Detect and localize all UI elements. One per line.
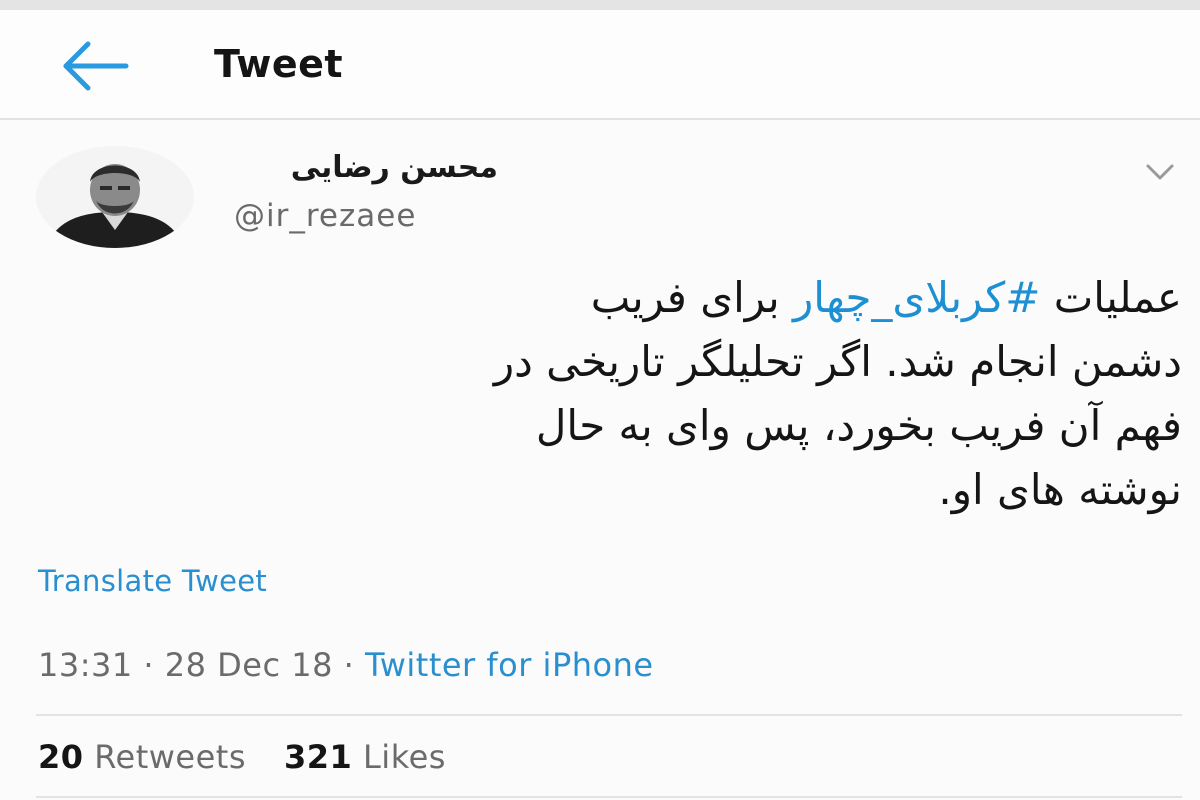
page-title: Tweet	[214, 42, 344, 86]
avatar[interactable]	[36, 146, 194, 248]
likes-label: Likes	[362, 738, 446, 776]
likes-stat[interactable]: 321 Likes	[284, 738, 446, 776]
translate-tweet-link[interactable]: Translate Tweet	[38, 564, 267, 598]
tweet-text: عملیات #کربلای_چهار برای فریب دشمن انجام…	[110, 266, 1182, 522]
tweet-text-segment: عملیات	[1040, 273, 1182, 322]
profile-photo	[36, 146, 194, 248]
tweet-time: 13:31	[38, 646, 133, 684]
tweet-meta: 13:31 · 28 Dec 18 · Twitter for iPhone	[38, 646, 654, 684]
author-handle[interactable]: @ir_rezaee	[234, 198, 416, 234]
tweet-source-link[interactable]: Twitter for iPhone	[365, 646, 654, 684]
tweet-stats: 20 Retweets 321 Likes	[38, 738, 446, 776]
hashtag-link[interactable]: #کربلای_چهار	[793, 273, 1040, 322]
divider	[36, 714, 1182, 716]
retweets-count: 20	[38, 738, 84, 776]
meta-separator: ·	[343, 646, 355, 684]
back-button[interactable]	[58, 36, 134, 96]
tweet-text-line-3: فهم آن فریب بخورد، پس وای به حال	[535, 401, 1182, 450]
tweet-detail: محسن رضایی @ir_rezaee عملیات #کربلای_چها…	[0, 120, 1200, 800]
likes-count: 321	[284, 738, 353, 776]
status-strip	[0, 0, 1200, 10]
retweets-stat[interactable]: 20 Retweets	[38, 738, 246, 776]
tweet-text-line-1: عملیات #کربلای_چهار برای فریب	[110, 266, 1182, 330]
top-bar: Tweet	[0, 10, 1200, 120]
tweet-text-line-2: دشمن انجام شد. اگر تحلیلگر تاریخی در	[493, 337, 1182, 386]
chevron-down-icon	[1146, 164, 1174, 180]
arrow-left-icon	[63, 41, 129, 91]
tweet-options-button[interactable]	[1140, 156, 1180, 186]
tweet-date: 28 Dec 18	[164, 646, 333, 684]
author-display-name[interactable]: محسن رضایی	[228, 150, 498, 185]
retweets-label: Retweets	[94, 738, 246, 776]
tweet-text-segment: برای فریب	[590, 273, 793, 322]
divider	[36, 796, 1182, 798]
tweet-text-line-4: نوشته های او.	[938, 465, 1182, 514]
meta-separator: ·	[143, 646, 155, 684]
